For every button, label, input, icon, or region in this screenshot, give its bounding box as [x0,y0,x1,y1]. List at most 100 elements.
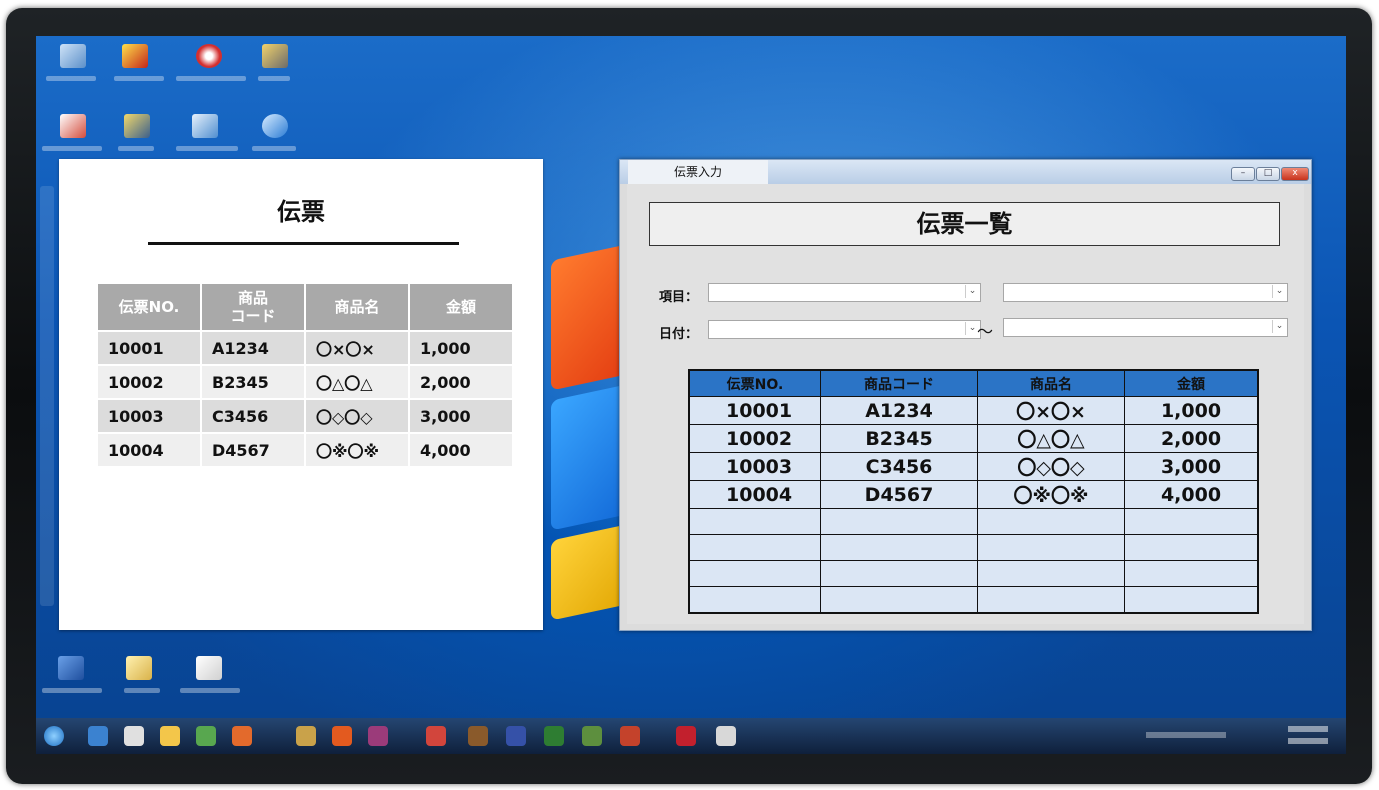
table-row[interactable] [688,508,1259,535]
cell-amount: 1,000 [410,330,514,364]
grid-cell-amount[interactable]: 4,000 [1124,480,1259,509]
taskbar-app-icon[interactable] [544,726,564,746]
desktop-icon-label [180,688,240,693]
grid-cell-empty[interactable] [820,586,978,614]
grid-cell-product-code[interactable]: D4567 [820,480,978,509]
table-row[interactable]: 10004 D4567 〇※〇※ 4,000 [688,480,1259,509]
desktop-icon[interactable] [126,656,152,680]
desktop-icon[interactable] [262,44,288,68]
grid-cell-empty[interactable] [688,534,821,561]
date-to-select[interactable]: ⌄ [1003,318,1288,337]
cell-product-name: 〇※〇※ [306,432,410,466]
grid-cell-empty[interactable] [1124,508,1259,535]
taskbar-app-icon[interactable] [426,726,446,746]
page-title: 伝票一覧 [649,202,1280,246]
grid-header-amount[interactable]: 金額 [1124,369,1259,397]
taskbar-app-icon[interactable] [232,726,252,746]
taskbar-app-icon[interactable] [506,726,526,746]
desktop-icon[interactable] [60,44,86,68]
desktop-icon[interactable] [58,656,84,680]
taskbar-app-icon[interactable] [582,726,602,746]
taskbar-app-icon[interactable] [160,726,180,746]
grid-cell-slip-no[interactable]: 10004 [688,480,821,509]
taskbar-app-icon[interactable] [332,726,352,746]
grid-cell-amount[interactable]: 3,000 [1124,452,1259,481]
start-button[interactable] [44,726,64,746]
desktop-icon[interactable] [122,44,148,68]
close-button[interactable]: x [1281,167,1309,181]
desktop-icon-label [124,688,160,693]
item-value-select[interactable]: ⌄ [1003,283,1288,302]
grid-cell-product-code[interactable]: A1234 [820,396,978,425]
taskbar-app-icon[interactable] [620,726,640,746]
item-filter-label: 項目： [659,290,699,305]
grid-cell-empty[interactable] [1124,560,1259,587]
taskbar-app-icon[interactable] [296,726,316,746]
grid-cell-empty[interactable] [977,508,1125,535]
desktop-icon[interactable] [196,44,222,68]
grid-cell-product-code[interactable]: B2345 [820,424,978,453]
table-row[interactable]: 10002 B2345 〇△〇△ 2,000 [688,424,1259,453]
desktop-icon[interactable] [192,114,218,138]
clock-date [1288,738,1328,744]
chevron-down-icon[interactable]: ⌄ [965,285,979,298]
grid-cell-empty[interactable] [820,560,978,587]
grid-header-slip-no[interactable]: 伝票NO. [688,369,821,397]
grid-cell-empty[interactable] [977,560,1125,587]
clock[interactable] [1288,726,1328,732]
taskbar-app-icon[interactable] [676,726,696,746]
taskbar-app-icon[interactable] [196,726,216,746]
table-row[interactable]: 10003 C3456 〇◇〇◇ 3,000 [688,452,1259,481]
taskbar-app-icon[interactable] [716,726,736,746]
window-titlebar[interactable]: 伝票入力 – □ x [620,160,1311,184]
taskbar-app-icon[interactable] [468,726,488,746]
maximize-button[interactable]: □ [1256,167,1280,181]
item-filter-select[interactable]: ⌄ [708,283,981,302]
grid-cell-empty[interactable] [688,508,821,535]
minimize-button[interactable]: – [1231,167,1255,181]
desktop-icon-label [118,146,154,151]
grid-cell-empty[interactable] [688,560,821,587]
grid-cell-empty[interactable] [688,586,821,614]
grid-cell-empty[interactable] [820,534,978,561]
grid-header-product-code[interactable]: 商品コード [820,369,978,397]
grid-cell-slip-no[interactable]: 10003 [688,452,821,481]
desktop-icon[interactable] [60,114,86,138]
desktop-icon[interactable] [40,186,54,606]
grid-cell-empty[interactable] [1124,586,1259,614]
paper-header-product-name: 商品名 [306,284,410,330]
grid-cell-product-name[interactable]: 〇△〇△ [977,424,1125,453]
grid-cell-product-name[interactable]: 〇×〇× [977,396,1125,425]
system-tray[interactable] [1146,732,1226,738]
table-row[interactable] [688,586,1259,614]
taskbar-app-icon[interactable] [368,726,388,746]
grid-cell-slip-no[interactable]: 10001 [688,396,821,425]
paper-header-product-code: 商品 コード [202,284,306,330]
desktop-icon[interactable] [262,114,288,138]
grid-cell-empty[interactable] [977,586,1125,614]
grid-header-product-name[interactable]: 商品名 [977,369,1125,397]
grid-cell-product-code[interactable]: C3456 [820,452,978,481]
desktop-icon[interactable] [124,114,150,138]
desktop-icon[interactable] [196,656,222,680]
taskbar-app-icon[interactable] [124,726,144,746]
date-from-select[interactable]: ⌄ [708,320,981,339]
table-row[interactable] [688,560,1259,587]
table-row[interactable] [688,534,1259,561]
desktop-icon-label [176,146,238,151]
grid-cell-amount[interactable]: 1,000 [1124,396,1259,425]
title-underline [148,242,459,245]
chevron-down-icon[interactable]: ⌄ [1272,320,1286,333]
grid-cell-empty[interactable] [1124,534,1259,561]
grid-cell-empty[interactable] [820,508,978,535]
grid-cell-amount[interactable]: 2,000 [1124,424,1259,453]
window-tab[interactable]: 伝票入力 [628,160,768,184]
taskbar-app-icon[interactable] [88,726,108,746]
table-row[interactable]: 10001 A1234 〇×〇× 1,000 [688,396,1259,425]
grid-cell-empty[interactable] [977,534,1125,561]
paper-row: 10002 B2345 〇△〇△ 2,000 [98,364,514,398]
grid-cell-slip-no[interactable]: 10002 [688,424,821,453]
grid-cell-product-name[interactable]: 〇※〇※ [977,480,1125,509]
grid-cell-product-name[interactable]: 〇◇〇◇ [977,452,1125,481]
chevron-down-icon[interactable]: ⌄ [1272,285,1286,298]
